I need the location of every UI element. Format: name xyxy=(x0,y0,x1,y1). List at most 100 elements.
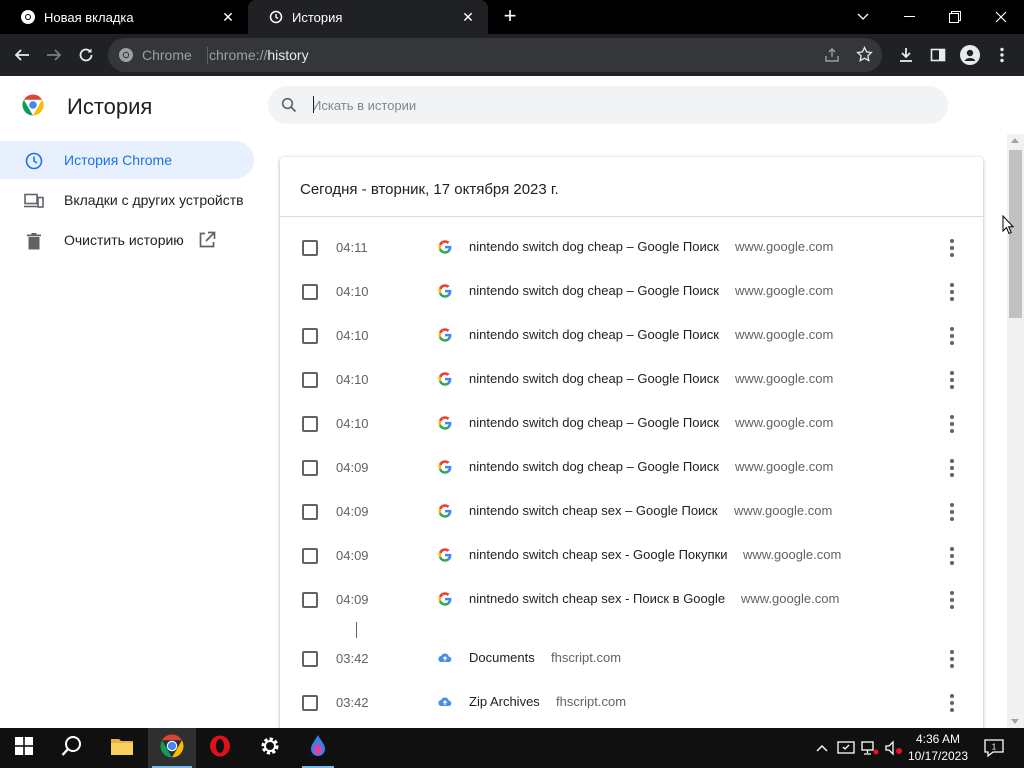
entry-more-actions-icon[interactable] xyxy=(942,238,962,258)
entry-title-link[interactable]: nintendo switch dog cheap – Google Поиск xyxy=(469,371,719,386)
entry-more-actions-icon[interactable] xyxy=(942,414,962,434)
new-tab-button[interactable]: + xyxy=(498,5,522,29)
entry-checkbox[interactable] xyxy=(302,695,318,711)
entry-more-actions-icon[interactable] xyxy=(942,546,962,566)
system-clock[interactable]: 4:36 AM 10/17/2023 xyxy=(900,731,976,765)
network-icon[interactable] xyxy=(860,738,880,758)
entry-checkbox[interactable] xyxy=(302,592,318,608)
page-title: История xyxy=(67,94,153,119)
taskbar-chrome[interactable] xyxy=(148,728,196,768)
profile-avatar-icon[interactable] xyxy=(954,39,986,71)
entry-title-link[interactable]: nintendo switch cheap sex - Google Покуп… xyxy=(469,547,727,562)
entry-domain: www.google.com xyxy=(743,547,842,562)
close-tab-icon[interactable]: ✕ xyxy=(460,9,476,25)
side-panel-icon[interactable] xyxy=(922,39,954,71)
entry-checkbox[interactable] xyxy=(302,372,318,388)
entry-checkbox[interactable] xyxy=(302,284,318,300)
google-icon xyxy=(438,240,452,254)
close-tab-icon[interactable]: ✕ xyxy=(220,9,236,25)
entry-title-link[interactable]: nintendo switch dog cheap – Google Поиск xyxy=(469,415,719,430)
sidebar-item-label: История Chrome xyxy=(64,152,172,168)
forward-button[interactable] xyxy=(38,39,70,71)
title-bar: Новая вкладка ✕ История ✕ + xyxy=(0,0,1024,34)
history-entry-row[interactable]: 04:10 nintendo switch dog cheap – Google … xyxy=(280,314,983,358)
scroll-down-arrow-icon[interactable] xyxy=(1011,719,1019,724)
entry-checkbox[interactable] xyxy=(302,548,318,564)
tab-new-tab[interactable]: Новая вкладка ✕ xyxy=(0,0,248,34)
start-button[interactable] xyxy=(0,728,48,768)
google-icon xyxy=(438,460,452,474)
share-icon[interactable] xyxy=(824,47,840,68)
entry-title-link[interactable]: nintendo switch dog cheap – Google Поиск xyxy=(469,283,719,298)
entry-title-link[interactable]: nintendo switch dog cheap – Google Поиск xyxy=(469,459,719,474)
entry-time: 03:42 xyxy=(336,651,369,666)
entry-more-actions-icon[interactable] xyxy=(942,693,962,713)
tray-overflow-chevron-icon[interactable] xyxy=(812,738,832,758)
history-entry-row[interactable]: 04:10 nintendo switch dog cheap – Google … xyxy=(280,270,983,314)
search-box[interactable] xyxy=(268,86,948,124)
minimize-button[interactable] xyxy=(886,0,932,34)
entry-title-link[interactable]: Zip Archives xyxy=(469,694,540,709)
history-entry-row[interactable]: 04:10 nintendo switch dog cheap – Google … xyxy=(280,402,983,446)
taskbar-search-button[interactable] xyxy=(48,728,96,768)
entry-title-link[interactable]: nintendo switch dog cheap – Google Поиск xyxy=(469,327,719,342)
sidebar-item-chrome-history[interactable]: История Chrome xyxy=(0,141,254,179)
close-window-button[interactable] xyxy=(978,0,1024,34)
entry-more-actions-icon[interactable] xyxy=(942,590,962,610)
sidebar-item-clear-history[interactable]: Очистить историю xyxy=(0,221,254,259)
notification-center-icon[interactable]: 1 xyxy=(982,738,1006,758)
clock-icon xyxy=(24,151,44,171)
history-entry-row[interactable]: 04:11 nintendo switch dog cheap – Google … xyxy=(280,226,983,270)
entry-title-link[interactable]: nintendo switch dog cheap – Google Поиск xyxy=(469,239,719,254)
entry-checkbox[interactable] xyxy=(302,504,318,520)
entry-more-actions-icon[interactable] xyxy=(942,326,962,346)
entry-checkbox[interactable] xyxy=(302,240,318,256)
entry-domain: www.google.com xyxy=(735,239,834,254)
history-entry-row[interactable]: 04:09 nintendo switch dog cheap – Google … xyxy=(280,446,983,490)
entry-title-link[interactable]: Documents xyxy=(469,650,535,665)
bookmark-star-icon[interactable] xyxy=(856,45,873,68)
entry-more-actions-icon[interactable] xyxy=(942,370,962,390)
taskbar-settings[interactable] xyxy=(246,728,294,768)
entry-time: 03:42 xyxy=(336,695,369,710)
history-entry-row[interactable]: 04:09 nintnedo switch cheap sex - Поиск в… xyxy=(280,578,983,622)
history-entry-row[interactable]: 04:10 nintendo switch dog cheap – Google … xyxy=(280,358,983,402)
entry-checkbox[interactable] xyxy=(302,416,318,432)
browser-menu-icon[interactable] xyxy=(986,39,1018,71)
entry-domain: www.google.com xyxy=(735,283,834,298)
reload-button[interactable] xyxy=(70,39,102,71)
back-button[interactable] xyxy=(6,39,38,71)
taskbar-file-explorer[interactable] xyxy=(98,728,146,768)
entry-checkbox[interactable] xyxy=(302,651,318,667)
history-entry-row[interactable]: 03:42 Documents fhscript.com xyxy=(280,637,983,681)
history-entry-row[interactable]: 04:09 nintendo switch cheap sex - Google … xyxy=(280,534,983,578)
sidebar-item-label: Вкладки с других устройств xyxy=(64,192,244,208)
entry-more-actions-icon[interactable] xyxy=(942,458,962,478)
tab-search-chevron-icon[interactable] xyxy=(840,0,886,34)
entry-more-actions-icon[interactable] xyxy=(942,282,962,302)
entry-more-actions-icon[interactable] xyxy=(942,502,962,522)
devices-icon xyxy=(24,191,44,211)
sidebar-item-other-devices[interactable]: Вкладки с других устройств xyxy=(0,181,254,219)
tab-history[interactable]: История ✕ xyxy=(248,0,488,34)
history-entry-row[interactable]: 03:42 Zip Archives fhscript.com xyxy=(280,681,983,725)
svg-text:1: 1 xyxy=(992,743,997,752)
history-entry-row[interactable]: 04:09 nintendo switch cheap sex – Google … xyxy=(280,490,983,534)
entry-checkbox[interactable] xyxy=(302,328,318,344)
restore-button[interactable] xyxy=(932,0,978,34)
taskbar-opera[interactable] xyxy=(196,728,244,768)
address-bar[interactable]: Chrome chrome://history xyxy=(108,38,882,72)
tab-label: Новая вкладка xyxy=(44,9,134,25)
entry-checkbox[interactable] xyxy=(302,460,318,476)
entry-title-link[interactable]: nintendo switch cheap sex – Google Поиск xyxy=(469,503,718,518)
clock-date: 10/17/2023 xyxy=(907,749,969,763)
taskbar-paint[interactable] xyxy=(294,728,342,768)
download-icon[interactable] xyxy=(890,39,922,71)
search-input[interactable] xyxy=(312,95,912,115)
tray-security-icon[interactable] xyxy=(836,738,856,758)
url-text: chrome://history xyxy=(209,47,309,63)
scroll-up-arrow-icon[interactable] xyxy=(1011,138,1019,143)
entry-more-actions-icon[interactable] xyxy=(942,649,962,669)
entry-title-link[interactable]: nintnedo switch cheap sex - Поиск в Goog… xyxy=(469,591,725,606)
chrome-page-icon xyxy=(118,47,134,63)
